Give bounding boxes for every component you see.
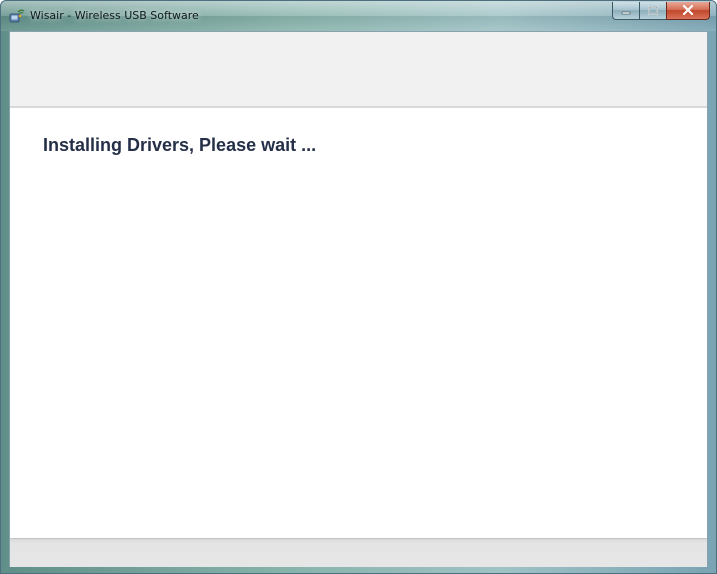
minimize-icon xyxy=(621,2,631,20)
close-icon xyxy=(682,2,694,20)
application-window: Wisair - Wireless USB Software Installin… xyxy=(0,0,717,574)
maximize-icon xyxy=(648,2,658,20)
status-heading: Installing Drivers, Please wait ... xyxy=(43,135,317,155)
footer-band xyxy=(10,538,707,567)
wisair-app-icon[interactable] xyxy=(9,8,25,24)
client-area: Installing Drivers, Please wait ... xyxy=(9,31,708,567)
window-title: Wisair - Wireless USB Software xyxy=(30,9,199,22)
title-bar[interactable]: Wisair - Wireless USB Software xyxy=(1,1,716,31)
maximize-button[interactable] xyxy=(639,2,666,20)
close-button[interactable] xyxy=(666,2,710,20)
header-band xyxy=(10,32,707,108)
caption-buttons xyxy=(612,2,710,20)
content-panel: Installing Drivers, Please wait ... xyxy=(10,108,707,538)
minimize-button[interactable] xyxy=(612,2,639,20)
